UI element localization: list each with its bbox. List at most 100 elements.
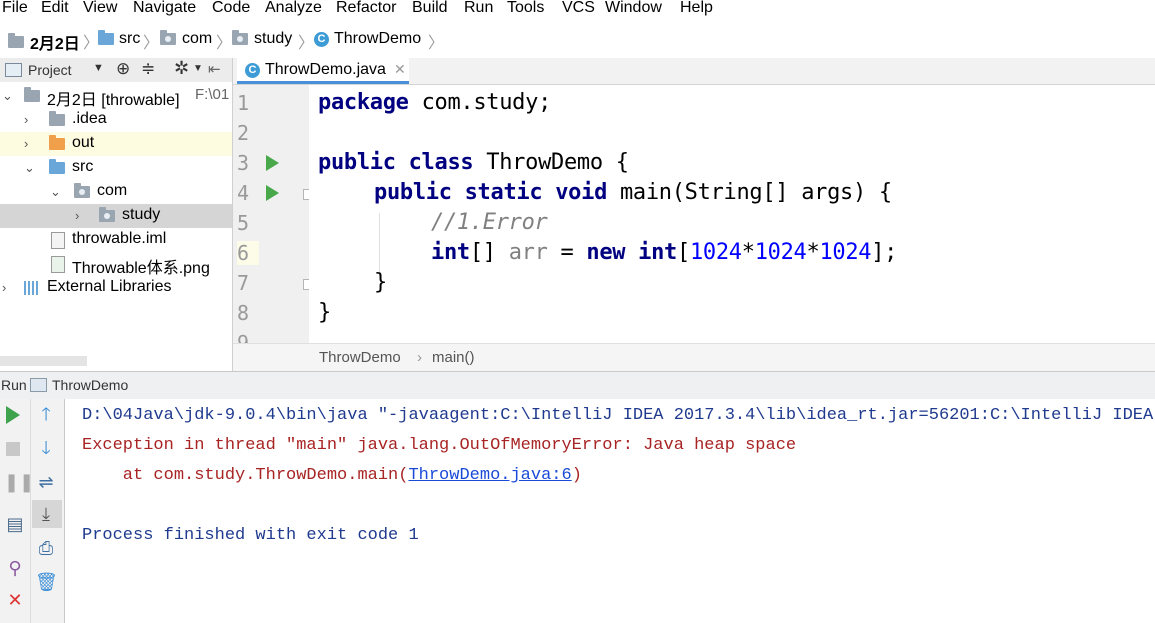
tree-item-external-libraries[interactable]: › External Libraries: [0, 276, 232, 300]
nav-separator-icon: 〉: [143, 35, 160, 52]
run-console[interactable]: D:\04Java\jdk-9.0.4\bin\java "-javaagent…: [65, 399, 1155, 623]
menu-analyze[interactable]: Analyze: [265, 0, 322, 17]
horizontal-scrollbar[interactable]: [0, 356, 87, 366]
tree-item-iml[interactable]: throwable.iml: [0, 228, 232, 252]
tree-item-label: out: [72, 134, 95, 151]
menu-build[interactable]: Build: [412, 0, 448, 17]
tree-item-project-root[interactable]: ⌄ 2月2日 [throwable] F:\01: [0, 84, 232, 109]
arrow-up-icon[interactable]: 🡑: [35, 403, 57, 425]
menu-navigate[interactable]: Navigate: [133, 0, 196, 17]
menu-view[interactable]: View: [83, 0, 117, 17]
chevron-right-icon[interactable]: ›: [24, 136, 28, 151]
editor-tab-bar: C ThrowDemo.java ✕: [233, 58, 1155, 85]
tab-throwdemo-java[interactable]: C ThrowDemo.java ✕: [237, 58, 409, 84]
tree-item-idea[interactable]: › .idea: [0, 108, 232, 132]
console-stacktrace-line: at com.study.ThrowDemo.main(ThrowDemo.ja…: [82, 466, 582, 485]
rerun-icon[interactable]: [6, 406, 20, 424]
line-number: 7: [237, 271, 250, 295]
restore-layout-icon[interactable]: ▤: [4, 513, 26, 535]
run-panel-header: Run ThrowDemo: [0, 371, 1155, 400]
line-number: 1: [237, 91, 250, 115]
gear-icon[interactable]: ✲: [174, 58, 189, 79]
tree-item-com[interactable]: ⌄ com: [0, 180, 232, 204]
chevron-down-icon[interactable]: ⌄: [2, 88, 13, 104]
chevron-right-icon[interactable]: ›: [75, 208, 79, 223]
chevron-right-icon[interactable]: ›: [2, 280, 6, 295]
indent-guide: [379, 213, 380, 273]
code-line-7: }: [374, 270, 387, 295]
close-icon[interactable]: ✕: [4, 589, 26, 611]
console-exception-line: Exception in thread "main" java.lang.Out…: [82, 436, 797, 455]
nav-study[interactable]: study: [232, 30, 292, 48]
run-config-tab[interactable]: ThrowDemo: [52, 377, 128, 393]
menu-bar: File Edit View Navigate Code Analyze Ref…: [0, 0, 1155, 20]
trash-icon[interactable]: 🗑: [35, 571, 58, 593]
code-editor[interactable]: package com.study; public class ThrowDem…: [309, 85, 1155, 343]
nav-class[interactable]: C ThrowDemo: [314, 30, 421, 48]
project-folder-icon: [24, 87, 40, 102]
menu-vcs[interactable]: VCS: [562, 0, 595, 17]
chevron-down-icon[interactable]: ⌄: [24, 160, 35, 176]
locate-icon[interactable]: ⊕: [116, 59, 130, 79]
folder-icon: [49, 135, 65, 150]
pin-icon[interactable]: ⚲: [4, 557, 26, 579]
chevron-down-icon[interactable]: ⌄: [50, 184, 61, 200]
soft-wrap-icon[interactable]: ⇌: [35, 471, 57, 493]
console-command-line: D:\04Java\jdk-9.0.4\bin\java "-javaagent…: [82, 406, 1154, 425]
tree-item-png[interactable]: Throwable体系.png: [0, 252, 232, 277]
line-number: 2: [237, 121, 250, 145]
close-icon[interactable]: ✕: [394, 61, 406, 78]
gear-chevron-icon: ▼: [193, 63, 203, 74]
run-gutter-icon[interactable]: [266, 155, 279, 171]
breadcrumb-class[interactable]: ThrowDemo: [319, 349, 401, 366]
pause-icon[interactable]: ❚❚: [4, 471, 34, 493]
project-view-selector[interactable]: Project: [28, 62, 72, 78]
tree-item-study[interactable]: › study: [0, 204, 232, 228]
menu-refactor[interactable]: Refactor: [336, 0, 396, 17]
menu-edit[interactable]: Edit: [41, 0, 69, 17]
arrow-down-icon[interactable]: 🡓: [35, 437, 57, 459]
tree-item-label: study: [122, 206, 161, 223]
menu-tools[interactable]: Tools: [507, 0, 544, 17]
nav-com[interactable]: com: [160, 30, 212, 48]
project-view-icon: [5, 63, 22, 77]
menu-help[interactable]: Help: [680, 0, 713, 17]
nav-separator-icon: 〉: [298, 35, 315, 52]
project-icon: [8, 33, 24, 48]
project-panel-header: Project ▼ ⊕ ≑ ✲ ▼ ⇤: [0, 58, 232, 82]
run-config-icon: [30, 378, 47, 392]
run-gutter-icon[interactable]: [266, 185, 279, 201]
class-icon: C: [245, 63, 260, 78]
print-icon[interactable]: ⎙: [35, 537, 57, 559]
line-number: 3: [237, 151, 250, 175]
tree-item-label: src: [72, 158, 94, 175]
menu-code[interactable]: Code: [212, 0, 250, 17]
tree-item-path: F:\01: [195, 86, 230, 103]
line-number: 5: [237, 211, 250, 235]
nav-separator-icon: 〉: [216, 35, 233, 52]
chevron-down-icon[interactable]: ▼: [93, 62, 104, 74]
collapse-all-icon[interactable]: ≑: [141, 59, 155, 79]
tree-item-label: .idea: [72, 110, 107, 127]
hide-panel-icon[interactable]: ⇤: [208, 60, 221, 78]
code-line-8: }: [318, 300, 331, 325]
menu-run[interactable]: Run: [464, 0, 493, 17]
package-icon: [232, 30, 248, 45]
menu-file[interactable]: File: [2, 0, 28, 17]
tree-item-label: External Libraries: [47, 278, 172, 295]
breadcrumb-separator-icon: ›: [417, 349, 422, 366]
image-file-icon: [51, 256, 65, 273]
menu-window[interactable]: Window: [605, 0, 662, 17]
code-line-5: //1.Error: [431, 210, 548, 235]
tree-item-src[interactable]: ⌄ src: [0, 156, 232, 180]
stop-icon[interactable]: [6, 442, 20, 456]
chevron-right-icon[interactable]: ›: [24, 112, 28, 127]
tree-item-out[interactable]: › out: [0, 132, 232, 156]
nav-src[interactable]: src: [98, 30, 140, 48]
breadcrumb-method[interactable]: main(): [432, 349, 475, 366]
tab-label: ThrowDemo.java: [265, 61, 386, 78]
stacktrace-link[interactable]: ThrowDemo.java:6: [408, 466, 571, 485]
run-toolbar-right: 🡑 🡓 ⇌ ⤓ ⎙ 🗑: [31, 399, 65, 623]
nav-project[interactable]: 2月2日: [8, 30, 80, 54]
folder-icon: [49, 111, 65, 126]
